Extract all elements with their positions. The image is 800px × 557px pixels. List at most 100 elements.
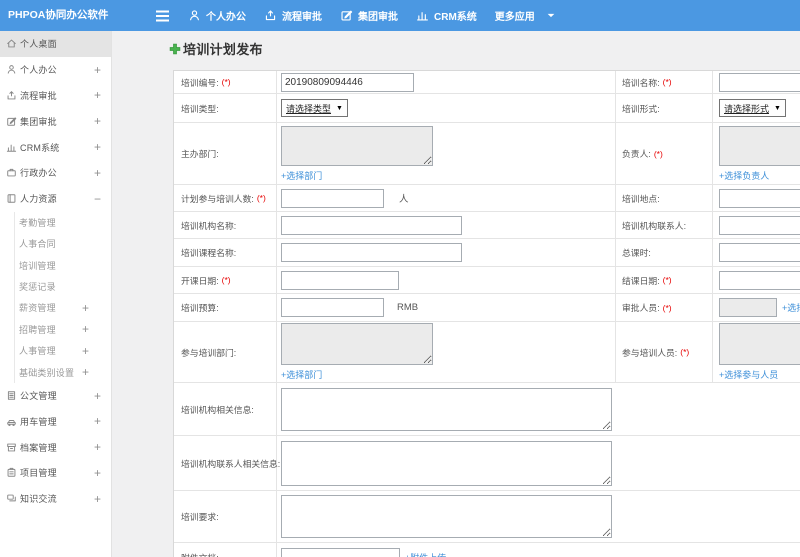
sidebar-item-human-resources[interactable]: 人力资源 − bbox=[0, 186, 111, 212]
expand-icon[interactable]: + bbox=[94, 466, 101, 480]
sidebar-item-personal-office[interactable]: 个人办公 + bbox=[0, 57, 111, 83]
sidebar-item-label: 知识交流 bbox=[20, 494, 57, 505]
attachment-picker-link[interactable]: +附件上传 bbox=[405, 551, 446, 557]
sidebar-item-label: 人事合同 bbox=[19, 239, 56, 250]
sidebar-item-knowledge-exchange[interactable]: 知识交流 + bbox=[0, 486, 111, 512]
total-class-hours-input[interactable] bbox=[719, 243, 800, 262]
end-date-input[interactable] bbox=[719, 270, 800, 290]
field-label: 审批人员: bbox=[622, 303, 660, 313]
participating-people-textarea[interactable] bbox=[719, 323, 800, 365]
field-label: 培训机构联系人相关信息: bbox=[181, 458, 281, 469]
training-course-name-input[interactable] bbox=[281, 243, 462, 262]
field-label: 参与培训人员: bbox=[622, 347, 678, 358]
training-course-name-label-cell: 培训课程名称: bbox=[174, 239, 277, 267]
select-arrow-icon: ▼ bbox=[774, 104, 781, 112]
attachment-input[interactable] bbox=[281, 548, 400, 557]
form-row: 主办部门: +选择部门 负责人: (*) +选择负责人 bbox=[174, 123, 800, 185]
leader-textarea[interactable] bbox=[719, 125, 800, 166]
sidebar-item-hr-contract[interactable]: 人事合同 bbox=[0, 232, 111, 255]
form-row: 参与培训部门: +选择部门 参与培训人员: (*) +选择参与人员 bbox=[174, 322, 800, 383]
home-icon bbox=[6, 38, 17, 49]
topnav-item-personal-office[interactable]: 个人办公 bbox=[188, 8, 246, 23]
expand-icon[interactable]: + bbox=[94, 414, 101, 428]
sidebar-item-attendance-mgmt[interactable]: 考勤管理 bbox=[0, 211, 111, 234]
training-budget-label-cell: 培训预算: bbox=[174, 294, 277, 322]
expand-icon[interactable]: + bbox=[94, 440, 101, 454]
sidebar-item-training-mgmt[interactable]: 培训管理 bbox=[0, 254, 111, 277]
flow-icon bbox=[264, 9, 277, 22]
participating-people-field-cell: +选择参与人员 bbox=[713, 322, 800, 383]
expand-icon[interactable]: + bbox=[94, 140, 101, 154]
user-icon bbox=[6, 64, 17, 75]
planned-participant-count-input[interactable] bbox=[281, 188, 384, 208]
expand-icon[interactable]: + bbox=[82, 322, 89, 336]
training-form-select[interactable]: 请选择形式 ▼ bbox=[719, 99, 786, 117]
sidebar-item-personal-desktop[interactable]: 个人桌面 bbox=[0, 31, 111, 57]
expand-icon[interactable]: + bbox=[82, 365, 89, 379]
menu-toggle-icon[interactable] bbox=[155, 10, 170, 22]
add-icon bbox=[169, 43, 181, 55]
sidebar-item-admin-office[interactable]: 行政办公 + bbox=[0, 160, 111, 186]
sidebar-item-base-category-settings[interactable]: 基础类别设置 + bbox=[0, 361, 111, 384]
expand-icon[interactable]: + bbox=[94, 389, 101, 403]
attachment-field-cell: +附件上传 bbox=[277, 543, 800, 557]
training-org-contact-info-field-cell bbox=[277, 436, 800, 491]
topnav-item-more-apps[interactable]: 更多应用 bbox=[495, 8, 555, 23]
training-budget-input[interactable] bbox=[281, 298, 384, 317]
training-org-contact-input[interactable] bbox=[719, 215, 800, 235]
expand-icon[interactable]: + bbox=[82, 344, 89, 358]
topnav-item-crm-system[interactable]: CRM系统 bbox=[416, 8, 477, 23]
sidebar-item-vehicle-mgmt[interactable]: 用车管理 + bbox=[0, 409, 111, 435]
book-icon bbox=[6, 193, 17, 204]
host-department-textarea[interactable] bbox=[281, 125, 433, 166]
training-code-input[interactable] bbox=[281, 72, 414, 92]
sidebar-item-label: 集团审批 bbox=[20, 116, 57, 127]
sidebar-item-recruit-mgmt[interactable]: 招聘管理 + bbox=[0, 318, 111, 341]
sidebar-item-label: 人事管理 bbox=[19, 346, 56, 357]
expand-icon[interactable]: + bbox=[94, 88, 101, 102]
training-requirements-textarea[interactable] bbox=[281, 495, 612, 538]
sidebar-item-crm-system[interactable]: CRM系统 + bbox=[0, 134, 111, 160]
sidebar-item-label: 人力资源 bbox=[20, 194, 57, 205]
training-org-contact-info-textarea[interactable] bbox=[281, 440, 612, 486]
required-mark: (*) bbox=[256, 193, 266, 203]
training-type-select[interactable]: 请选择类型 ▼ bbox=[281, 99, 348, 117]
training-form-field-cell: 请选择形式 ▼ bbox=[713, 94, 800, 123]
sidebar-item-document-mgmt[interactable]: 公文管理 + bbox=[0, 383, 111, 409]
expand-icon[interactable]: + bbox=[94, 114, 101, 128]
leader-picker-link[interactable]: +选择负责人 bbox=[719, 169, 769, 182]
training-type-field-cell: 请选择类型 ▼ bbox=[277, 94, 616, 123]
expand-icon[interactable]: + bbox=[82, 301, 89, 315]
sidebar-item-project-mgmt[interactable]: 项目管理 + bbox=[0, 460, 111, 486]
expand-icon[interactable]: + bbox=[94, 166, 101, 180]
sidebar-item-personnel-mgmt[interactable]: 人事管理 + bbox=[0, 339, 111, 362]
sidebar-item-label: 用车管理 bbox=[20, 416, 57, 427]
topnav-item-process-approval[interactable]: 流程审批 bbox=[264, 8, 322, 23]
expand-icon[interactable]: + bbox=[94, 492, 101, 506]
sidebar-item-process-approval[interactable]: 流程审批 + bbox=[0, 83, 111, 109]
host-department-picker-link[interactable]: +选择部门 bbox=[281, 169, 322, 182]
expand-icon[interactable]: − bbox=[94, 192, 101, 206]
topnav-item-group-approval[interactable]: 集团审批 bbox=[340, 8, 398, 23]
expand-icon[interactable]: + bbox=[94, 63, 101, 77]
field-label: 参与培训部门: bbox=[181, 347, 237, 358]
participating-people-picker-link[interactable]: +选择参与人员 bbox=[719, 368, 778, 381]
participating-departments-picker-link[interactable]: +选择部门 bbox=[281, 368, 322, 381]
training-name-input[interactable] bbox=[719, 72, 800, 92]
sidebar-item-salary-mgmt[interactable]: 薪资管理 + bbox=[0, 297, 111, 319]
training-requirements-field-cell bbox=[277, 491, 800, 543]
participating-people-label-cell: 参与培训人员: (*) bbox=[616, 322, 713, 383]
start-date-input[interactable] bbox=[281, 270, 399, 290]
sidebar-item-archive-mgmt[interactable]: 档案管理 + bbox=[0, 434, 111, 460]
sidebar-item-group-approval[interactable]: 集团审批 + bbox=[0, 108, 111, 134]
field-label: 培训机构相关信息: bbox=[181, 404, 254, 415]
topnav-label: CRM系统 bbox=[434, 12, 477, 23]
training-org-info-textarea[interactable] bbox=[281, 387, 612, 431]
sidebar-item-reward-punish-record[interactable]: 奖惩记录 bbox=[0, 275, 111, 298]
approver-picker-link[interactable]: +选择审批人员 bbox=[782, 301, 800, 314]
participating-departments-textarea[interactable] bbox=[281, 323, 433, 365]
total-class-hours-label-cell: 总课时: bbox=[616, 239, 713, 267]
approver-input[interactable] bbox=[719, 298, 777, 317]
training-location-input[interactable] bbox=[719, 188, 800, 208]
training-org-name-input[interactable] bbox=[281, 215, 462, 235]
